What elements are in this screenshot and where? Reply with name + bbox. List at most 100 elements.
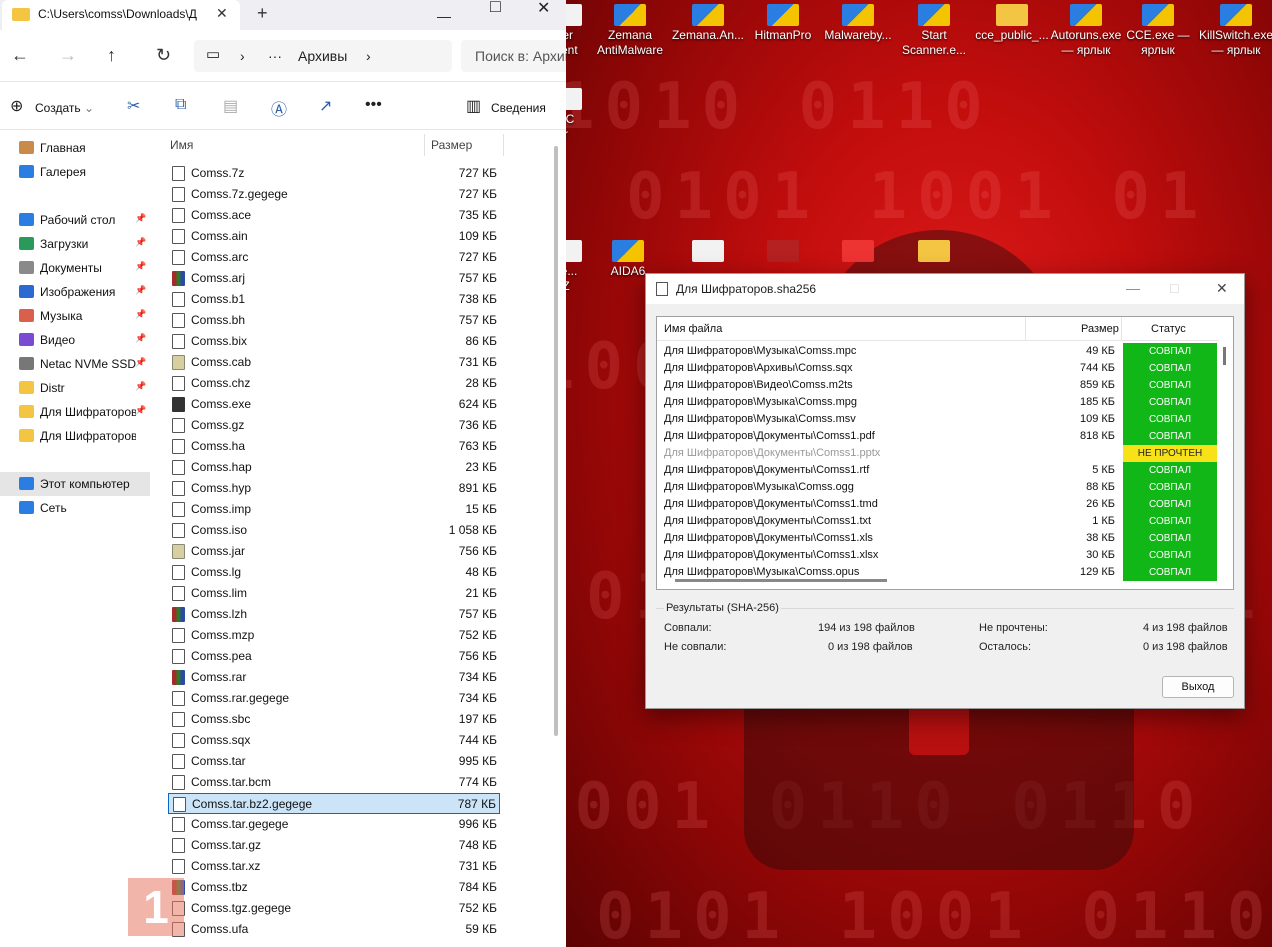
pin-icon[interactable]: 📌 — [135, 405, 146, 416]
rename-icon[interactable]: Ⓐ — [271, 96, 287, 120]
pin-icon[interactable]: 📌 — [135, 261, 146, 272]
file-row[interactable]: Comss.mzp 752 КБ — [168, 625, 500, 646]
column-size-header[interactable]: Размер — [1081, 323, 1119, 335]
file-row[interactable]: Comss.tgz.gegege 752 КБ — [168, 898, 500, 919]
file-row[interactable]: Comss.ufa 59 КБ — [168, 919, 500, 940]
pin-icon[interactable]: 📌 — [135, 309, 146, 320]
file-row[interactable]: Comss.rar.gegege 734 КБ — [168, 688, 500, 709]
pin-icon[interactable]: 📌 — [135, 237, 146, 248]
file-row[interactable]: Comss.sqx 744 КБ — [168, 730, 500, 751]
exit-button[interactable]: Выход — [1162, 676, 1234, 698]
sidebar-item[interactable]: Главная — [0, 136, 150, 160]
create-button[interactable]: Создать — [35, 101, 81, 115]
desktop-shortcut[interactable] — [666, 240, 750, 264]
desktop-shortcut[interactable] — [741, 240, 825, 264]
hash-row[interactable]: Для Шифраторов\Музыка\Comss.mpg 185 КБ СОВ… — [657, 394, 1219, 411]
file-row[interactable]: Comss.7z 727 КБ — [168, 163, 500, 184]
desktop-shortcut[interactable]: Start Scanner.e... — [892, 4, 976, 58]
close-button[interactable]: ✕ — [1216, 280, 1228, 297]
sidebar-item[interactable]: Видео 📌 — [0, 328, 150, 352]
copy-icon[interactable]: ⧉ — [175, 96, 186, 114]
close-button[interactable]: ✕ — [537, 0, 550, 18]
hash-row[interactable]: Для Шифраторов\Документы\Comss1.tmd 26 КБ… — [657, 496, 1219, 513]
sidebar-item[interactable]: Netac NVMe SSD 📌 — [0, 352, 150, 376]
file-row[interactable]: Comss.iso 1 058 КБ — [168, 520, 500, 541]
file-row[interactable]: Comss.ain 109 КБ — [168, 226, 500, 247]
column-size-header[interactable]: Размер — [431, 138, 472, 152]
sidebar-item[interactable]: Музыка 📌 — [0, 304, 150, 328]
file-row[interactable]: Comss.sbc 197 КБ — [168, 709, 500, 730]
hash-row[interactable]: Для Шифраторов\Документы\Comss1.pptx НЕ П… — [657, 445, 1219, 462]
hash-row[interactable]: Для Шифраторов\Документы\Comss1.xls 38 КБ… — [657, 530, 1219, 547]
details-button[interactable]: Сведения — [491, 101, 546, 115]
file-row[interactable]: Comss.ha 763 КБ — [168, 436, 500, 457]
hash-row[interactable]: Для Шифраторов\Видео\Comss.m2ts 859 КБ СОВ… — [657, 377, 1219, 394]
desktop-shortcut[interactable]: CCE.exe — ярлык — [1116, 4, 1200, 58]
pin-icon[interactable]: 📌 — [135, 285, 146, 296]
column-divider[interactable] — [503, 134, 504, 156]
file-row[interactable]: Comss.lzh 757 КБ — [168, 604, 500, 625]
desktop-shortcut[interactable]: HitmanPro — [741, 4, 825, 43]
file-row[interactable]: Comss.tar.gz 748 КБ — [168, 835, 500, 856]
desktop-shortcut[interactable]: Zemana AntiMalware — [588, 4, 672, 58]
file-row[interactable]: Comss.tbz 784 КБ — [168, 877, 500, 898]
desktop-shortcut[interactable]: Malwareby... — [816, 4, 900, 43]
file-row[interactable]: Comss.lim 21 КБ — [168, 583, 500, 604]
hash-row[interactable]: Для Шифраторов\Музыка\Comss.mpc 49 КБ СОВП… — [657, 343, 1219, 360]
pin-icon[interactable]: 📌 — [135, 381, 146, 392]
file-row[interactable]: Comss.bh 757 КБ — [168, 310, 500, 331]
desktop-shortcut[interactable]: cce_public_... — [970, 4, 1054, 43]
file-row[interactable]: Comss.tar.bcm 774 КБ — [168, 772, 500, 793]
file-row[interactable]: Comss.tar 995 КБ — [168, 751, 500, 772]
maximize-button[interactable]: □ — [1170, 280, 1178, 296]
vertical-scrollbar[interactable] — [1223, 347, 1226, 365]
file-row[interactable]: Comss.cab 731 КБ — [168, 352, 500, 373]
forward-arrow-icon[interactable]: → — [59, 45, 77, 66]
column-divider[interactable] — [424, 134, 425, 156]
breadcrumb-segment[interactable]: Архивы — [298, 48, 347, 64]
sidebar-item[interactable]: Для Шифраторов — [0, 424, 150, 448]
close-tab-icon[interactable]: ✕ — [216, 5, 228, 22]
vertical-scrollbar[interactable] — [554, 146, 558, 736]
sidebar-item[interactable]: Рабочий стол 📌 — [0, 208, 150, 232]
minimize-button[interactable]: — — [437, 8, 451, 24]
sidebar-item[interactable]: Документы 📌 — [0, 256, 150, 280]
desktop-shortcut[interactable]: KillSwitch.exe — ярлык — [1194, 4, 1272, 58]
file-row[interactable]: Comss.lg 48 КБ — [168, 562, 500, 583]
back-arrow-icon[interactable]: ← — [11, 45, 29, 66]
file-row[interactable]: Comss.gz 736 КБ — [168, 415, 500, 436]
sidebar-item[interactable]: Галерея — [0, 160, 150, 184]
pin-icon[interactable]: 📌 — [135, 333, 146, 344]
hash-row[interactable]: Для Шифраторов\Документы\Comss1.xlsx 30 К… — [657, 547, 1219, 564]
file-row[interactable]: Comss.rar 734 КБ — [168, 667, 500, 688]
column-status-header[interactable]: Статус — [1151, 323, 1186, 335]
more-options-icon[interactable]: ••• — [365, 96, 382, 114]
file-row[interactable]: Comss.hap 23 КБ — [168, 457, 500, 478]
pin-icon[interactable]: 📌 — [135, 357, 146, 368]
desktop-shortcut[interactable]: PC r — [566, 88, 608, 142]
up-arrow-icon[interactable]: ↑ — [107, 45, 116, 66]
file-row[interactable]: Comss.pea 756 КБ — [168, 646, 500, 667]
search-input[interactable]: Поиск в: Архив — [461, 40, 566, 72]
refresh-icon[interactable]: ↻ — [156, 45, 171, 66]
column-name-header[interactable]: Имя — [170, 138, 193, 152]
file-row[interactable]: Comss.tar.xz 731 КБ — [168, 856, 500, 877]
desktop-shortcut[interactable]: Zemana.An... — [666, 4, 750, 43]
overflow-dots-icon[interactable]: ··· — [268, 48, 282, 64]
file-row[interactable]: Comss.hyp 891 КБ — [168, 478, 500, 499]
hash-row[interactable]: Для Шифраторов\Музыка\Comss.ogg 88 КБ СОВП… — [657, 479, 1219, 496]
column-divider[interactable] — [1121, 317, 1122, 341]
sidebar-item[interactable]: Для Шифраторов 📌 — [0, 400, 150, 424]
column-filename-header[interactable]: Имя файла — [664, 323, 722, 335]
horizontal-scrollbar[interactable] — [675, 579, 887, 582]
maximize-button[interactable]: □ — [490, 0, 501, 17]
details-pane-icon[interactable]: ▥ — [466, 96, 481, 116]
chevron-down-icon[interactable]: ⌄ — [84, 101, 94, 115]
sidebar-item[interactable]: Distr 📌 — [0, 376, 150, 400]
desktop-shortcut[interactable] — [816, 240, 900, 264]
explorer-tab[interactable]: C:\Users\comss\Downloads\Д ✕ — [2, 0, 240, 30]
address-bar[interactable]: ▭ › ··· Архивы › — [194, 40, 452, 72]
file-row[interactable]: Comss.jar 756 КБ — [168, 541, 500, 562]
hash-row[interactable]: Для Шифраторов\Музыка\Comss.msv 109 КБ СОВ… — [657, 411, 1219, 428]
file-row[interactable]: Comss.ace 735 КБ — [168, 205, 500, 226]
